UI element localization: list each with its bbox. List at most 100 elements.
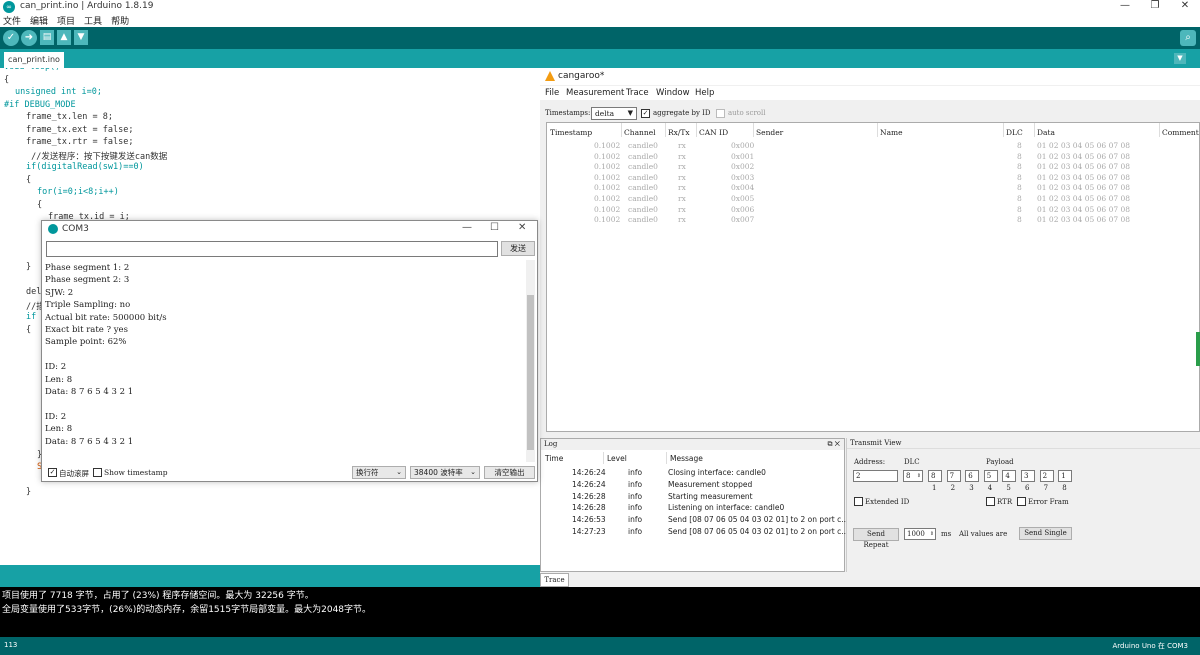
col-sender[interactable]: Sender <box>756 128 783 137</box>
col-timestamp[interactable]: Timestamp <box>550 128 592 137</box>
timestamps-select[interactable]: delta ▼ <box>591 107 637 120</box>
payload-byte-input[interactable]: 5 <box>983 470 998 482</box>
col-rxtx[interactable]: Rx/Tx <box>668 128 690 137</box>
extended-id-checkbox[interactable] <box>854 497 863 506</box>
menu-window[interactable]: Window <box>656 88 690 98</box>
menu-sketch[interactable]: 项目 <box>57 17 75 27</box>
code-line: frame_tx.ext = false; <box>26 124 134 135</box>
trace-cell-ts: 0.1002 <box>594 194 621 203</box>
log-col-message[interactable]: Message <box>670 454 703 463</box>
payload-byte-input[interactable]: 8 <box>928 470 942 482</box>
serial-output: Phase segment 1: 2 Phase segment 2: 3 SJW:… <box>44 260 526 462</box>
new-button[interactable]: ▤ <box>40 30 54 45</box>
arduino-footer: 113 Arduino Uno 在 COM3 <box>0 637 1200 655</box>
payload-byte-input[interactable]: 3 <box>1021 470 1035 482</box>
trace-cell-ts: 0.1002 <box>594 162 621 172</box>
repeat-ms-input[interactable]: 1000 ⇕ <box>904 528 936 540</box>
log-title: Log <box>544 440 558 448</box>
minimize-icon[interactable]: — <box>1110 0 1140 11</box>
save-button[interactable]: ▼ <box>74 30 88 45</box>
menu-edit[interactable]: 编辑 <box>30 17 48 27</box>
dlc-spinner[interactable]: 8 ⇕ <box>903 470 923 482</box>
log-cell-msg: Send [08 07 06 05 04 03 02 01] to 2 on p… <box>668 515 849 525</box>
upload-button[interactable]: ➜ <box>21 30 37 46</box>
payload-byte-input[interactable]: 2 <box>1039 470 1054 482</box>
log-panel-header: Log ⧉ ✕ <box>541 439 844 450</box>
baud-rate-select[interactable]: 38400 波特率 ⌄ <box>410 466 480 479</box>
minimize-icon[interactable]: — <box>462 222 472 233</box>
menu-measurement[interactable]: Measurement <box>566 88 624 98</box>
tab-menu-icon[interactable]: ▼ <box>1174 53 1186 64</box>
log-cell-time: 14:26:24 <box>572 479 606 489</box>
log-cell-level: info <box>628 503 643 513</box>
log-col-level[interactable]: Level <box>607 454 627 463</box>
serial-send-input[interactable] <box>46 241 498 257</box>
payload-byte-input[interactable]: 7 <box>946 470 961 482</box>
menu-tools[interactable]: 工具 <box>84 17 102 27</box>
trace-cell-data: 01 02 03 04 05 06 07 08 <box>1037 215 1131 225</box>
trace-cell-id: 0x001 <box>731 151 755 161</box>
cangaroo-title: cangaroo* <box>558 71 605 81</box>
payload-label: Payload <box>986 458 1014 466</box>
col-data[interactable]: Data <box>1037 128 1055 137</box>
show-timestamp-checkbox[interactable] <box>93 468 102 477</box>
serial-scrollbar[interactable] <box>526 260 535 462</box>
send-single-button[interactable]: Send Single <box>1019 527 1072 540</box>
col-comment[interactable]: Comment <box>1162 128 1199 137</box>
log-col-time[interactable]: Time <box>545 454 563 463</box>
code-line: #if DEBUG_MODE <box>4 99 76 110</box>
clear-output-button[interactable]: 清空输出 <box>484 466 535 479</box>
arduino-logo-icon <box>48 224 58 234</box>
maximize-icon[interactable]: ❐ <box>1140 0 1170 11</box>
close-icon[interactable]: ✕ <box>518 222 526 233</box>
serial-output-line: Len: 8 <box>45 374 73 385</box>
trace-cell-data: 01 02 03 04 05 06 07 08 <box>1037 194 1131 203</box>
col-dlc[interactable]: DLC <box>1006 128 1023 137</box>
col-name[interactable]: Name <box>880 128 903 137</box>
address-input[interactable]: 2 <box>853 470 898 482</box>
trace-cell-id: 0x006 <box>731 204 755 214</box>
aggregate-checkbox[interactable]: ✓ <box>641 109 650 118</box>
rtr-checkbox[interactable] <box>986 497 995 506</box>
send-repeat-button[interactable]: Send Repeat <box>853 528 899 549</box>
menu-file[interactable]: File <box>545 88 559 98</box>
trace-cell-dir: rx <box>678 151 686 161</box>
serial-output-line: Phase segment 2: 3 <box>45 275 130 286</box>
maximize-icon[interactable]: ☐ <box>490 222 499 233</box>
line-ending-select[interactable]: 换行符 ⌄ <box>352 466 406 479</box>
menu-help[interactable]: 帮助 <box>111 17 129 27</box>
autoscroll-checkbox[interactable] <box>716 109 725 118</box>
open-button[interactable]: ▲ <box>57 30 71 45</box>
col-channel[interactable]: Channel <box>624 128 656 137</box>
board-port-label: Arduino Uno 在 COM3 <box>1112 642 1189 650</box>
payload-byte-input[interactable]: 6 <box>965 470 980 482</box>
payload-byte-input[interactable]: 1 <box>1058 470 1073 482</box>
trace-cell-ts: 0.1002 <box>594 215 621 225</box>
trace-cell-data: 01 02 03 04 05 06 07 08 <box>1037 162 1131 172</box>
trace-cell-data: 01 02 03 04 05 06 07 08 <box>1037 172 1131 182</box>
line-number: 113 <box>4 641 18 649</box>
close-icon[interactable]: ✕ <box>1170 0 1200 11</box>
dock-close-icon[interactable]: ⧉ ✕ <box>827 439 840 450</box>
trace-cell-dlc: 8 <box>1017 194 1022 203</box>
serial-send-button[interactable]: 发送 <box>501 241 535 256</box>
trace-dock-tab[interactable]: Trace <box>540 573 569 587</box>
error-frame-checkbox[interactable] <box>1017 497 1026 506</box>
verify-button[interactable]: ✓ <box>3 30 19 46</box>
autoscroll-label: 自动滚屏 <box>59 469 89 478</box>
serial-monitor-button[interactable]: ⌕ <box>1180 30 1196 46</box>
menu-trace[interactable]: Trace <box>626 88 649 98</box>
trace-cell-id: 0x004 <box>731 183 755 193</box>
menu-help[interactable]: Help <box>695 88 714 98</box>
scroll-indicator[interactable] <box>1196 332 1200 366</box>
trace-cell-ch: candle0 <box>628 204 658 214</box>
aggregate-label: aggregate by ID <box>653 109 711 117</box>
arduino-tabbar: can_print.ino ▼ <box>0 49 1200 68</box>
payload-byte-input[interactable]: 4 <box>1002 470 1017 482</box>
trace-cell-dir: rx <box>678 215 686 225</box>
tab-can-print[interactable]: can_print.ino <box>4 52 64 68</box>
menu-file[interactable]: 文件 <box>3 17 21 27</box>
col-canid[interactable]: CAN ID <box>699 128 728 137</box>
scroll-thumb[interactable] <box>527 295 534 450</box>
autoscroll-checkbox[interactable]: ✓ <box>48 468 57 477</box>
